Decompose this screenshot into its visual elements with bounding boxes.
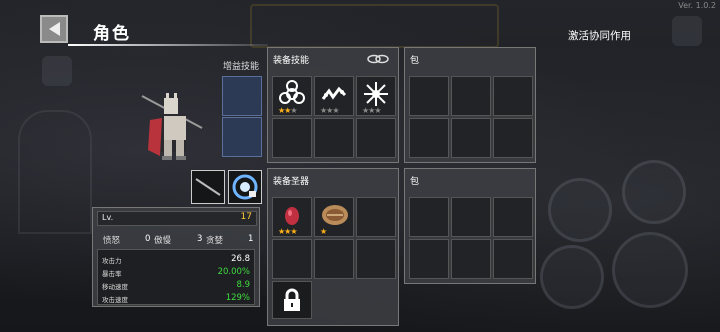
bag-bottom-grid [409, 197, 533, 279]
bag-panel-top: 包 [404, 47, 536, 163]
stat-value: 26.8 [231, 254, 250, 264]
bag-slot[interactable] [409, 118, 449, 158]
stat-value: 8.9 [236, 280, 250, 290]
bag-slot[interactable] [493, 118, 533, 158]
back-arrow-icon [48, 22, 60, 36]
background-arch-window [18, 110, 92, 234]
bag-top-title: 包 [410, 56, 420, 66]
trait-value-wrath: 0 [145, 234, 151, 244]
level-label: Lv. [102, 213, 114, 222]
bag-slot[interactable] [451, 76, 491, 116]
stat-label: 移动速度 [102, 283, 128, 291]
relic-1-stars: ★★★ [278, 227, 297, 236]
stat-label: 攻击速度 [102, 296, 128, 304]
lock-icon [284, 288, 300, 311]
frost-ring-weapon-icon [232, 174, 258, 200]
skill-slot-1[interactable]: ★★★ [272, 76, 312, 116]
trait-value-greed: 1 [248, 234, 254, 244]
bag-slot[interactable] [451, 239, 491, 279]
stat-row-crit: 暴击率 20.00% [102, 267, 250, 280]
augment-slot-1[interactable] [222, 76, 262, 116]
trait-name-wrath: 愤怒 [103, 236, 121, 246]
skill-slot-2[interactable]: ★★★ [314, 76, 354, 116]
skill-2-stars: ★★★ [320, 106, 339, 115]
relic-slot-4[interactable] [272, 239, 312, 279]
bag-bottom-title: 包 [410, 177, 420, 187]
background-menu-square [42, 56, 72, 86]
skill-slot-4[interactable] [272, 118, 312, 158]
bag-slot[interactable] [409, 197, 449, 237]
trait-name-greed: 贪婪 [206, 236, 224, 246]
skill-slot-5[interactable] [314, 118, 354, 158]
stat-value: 20.00% [217, 267, 250, 277]
relic-slot-6[interactable] [356, 239, 396, 279]
skill-slot-6[interactable] [356, 118, 396, 158]
equipped-skills-panel: 装备技能 ★★★ ★★★ ★★★ [267, 47, 399, 163]
level-value: 17 [240, 212, 252, 222]
character-stats-panel: Lv. 17 愤怒 0 傲慢 3 贪婪 1 攻击力 26.8 暴击率 20.00… [92, 207, 260, 307]
weapon-slot-primary[interactable] [191, 170, 225, 204]
bag-top-grid [409, 76, 533, 158]
bag-slot[interactable] [409, 76, 449, 116]
relics-grid: ★★★ ★ [272, 197, 396, 279]
locked-relic-slot[interactable] [272, 281, 312, 319]
relics-panel-title: 装备圣器 [273, 177, 310, 187]
background-dash-button [548, 178, 612, 242]
stat-row-attack: 攻击力 26.8 [102, 254, 250, 267]
stat-value: 129% [225, 293, 250, 303]
bag-slot[interactable] [409, 239, 449, 279]
bag-slot[interactable] [451, 118, 491, 158]
header-bar: 角色 激活协同作用 [0, 0, 720, 46]
title-underline [68, 44, 268, 46]
level-row: Lv. 17 [97, 211, 257, 226]
bag-panel-bottom: 包 [404, 168, 536, 284]
bag-slot[interactable] [493, 239, 533, 279]
relic-slot-1[interactable]: ★★★ [272, 197, 312, 237]
relic-slot-5[interactable] [314, 239, 354, 279]
activate-synergy-button[interactable]: 激活协同作用 [568, 28, 631, 43]
page-title: 角色 [93, 24, 131, 44]
spear-weapon-icon [195, 178, 222, 197]
weapon-slot-secondary[interactable] [228, 170, 262, 204]
background-skill-button [622, 160, 686, 224]
trait-value-pride: 3 [197, 234, 203, 244]
chain-link-icon[interactable] [366, 53, 390, 65]
background-jump-button [540, 245, 604, 309]
background-attack-button [612, 232, 688, 308]
back-button[interactable] [40, 15, 68, 43]
skills-grid: ★★★ ★★★ ★★★ [272, 76, 396, 158]
relic-slot-2[interactable]: ★ [314, 197, 354, 237]
stat-label: 暴击率 [102, 270, 122, 278]
skill-1-stars: ★★★ [278, 106, 298, 115]
stat-row-attack-speed: 攻击速度 129% [102, 293, 250, 306]
augment-skill-label: 增益技能 [223, 62, 260, 72]
hero-character-sprite [141, 93, 203, 160]
stat-list: 攻击力 26.8 暴击率 20.00% 移动速度 8.9 攻击速度 129% [97, 249, 255, 305]
bag-slot[interactable] [451, 197, 491, 237]
skill-slot-3[interactable]: ★★★ [356, 76, 396, 116]
relic-slot-3[interactable] [356, 197, 396, 237]
skills-panel-title: 装备技能 [273, 56, 310, 66]
trait-name-pride: 傲慢 [154, 236, 172, 246]
bag-slot[interactable] [493, 76, 533, 116]
skill-3-stars: ★★★ [362, 106, 381, 115]
bag-slot[interactable] [493, 197, 533, 237]
relic-2-stars: ★ [320, 227, 327, 236]
augment-slot-2[interactable] [222, 117, 262, 157]
stat-row-move-speed: 移动速度 8.9 [102, 280, 250, 293]
stat-label: 攻击力 [102, 257, 122, 265]
